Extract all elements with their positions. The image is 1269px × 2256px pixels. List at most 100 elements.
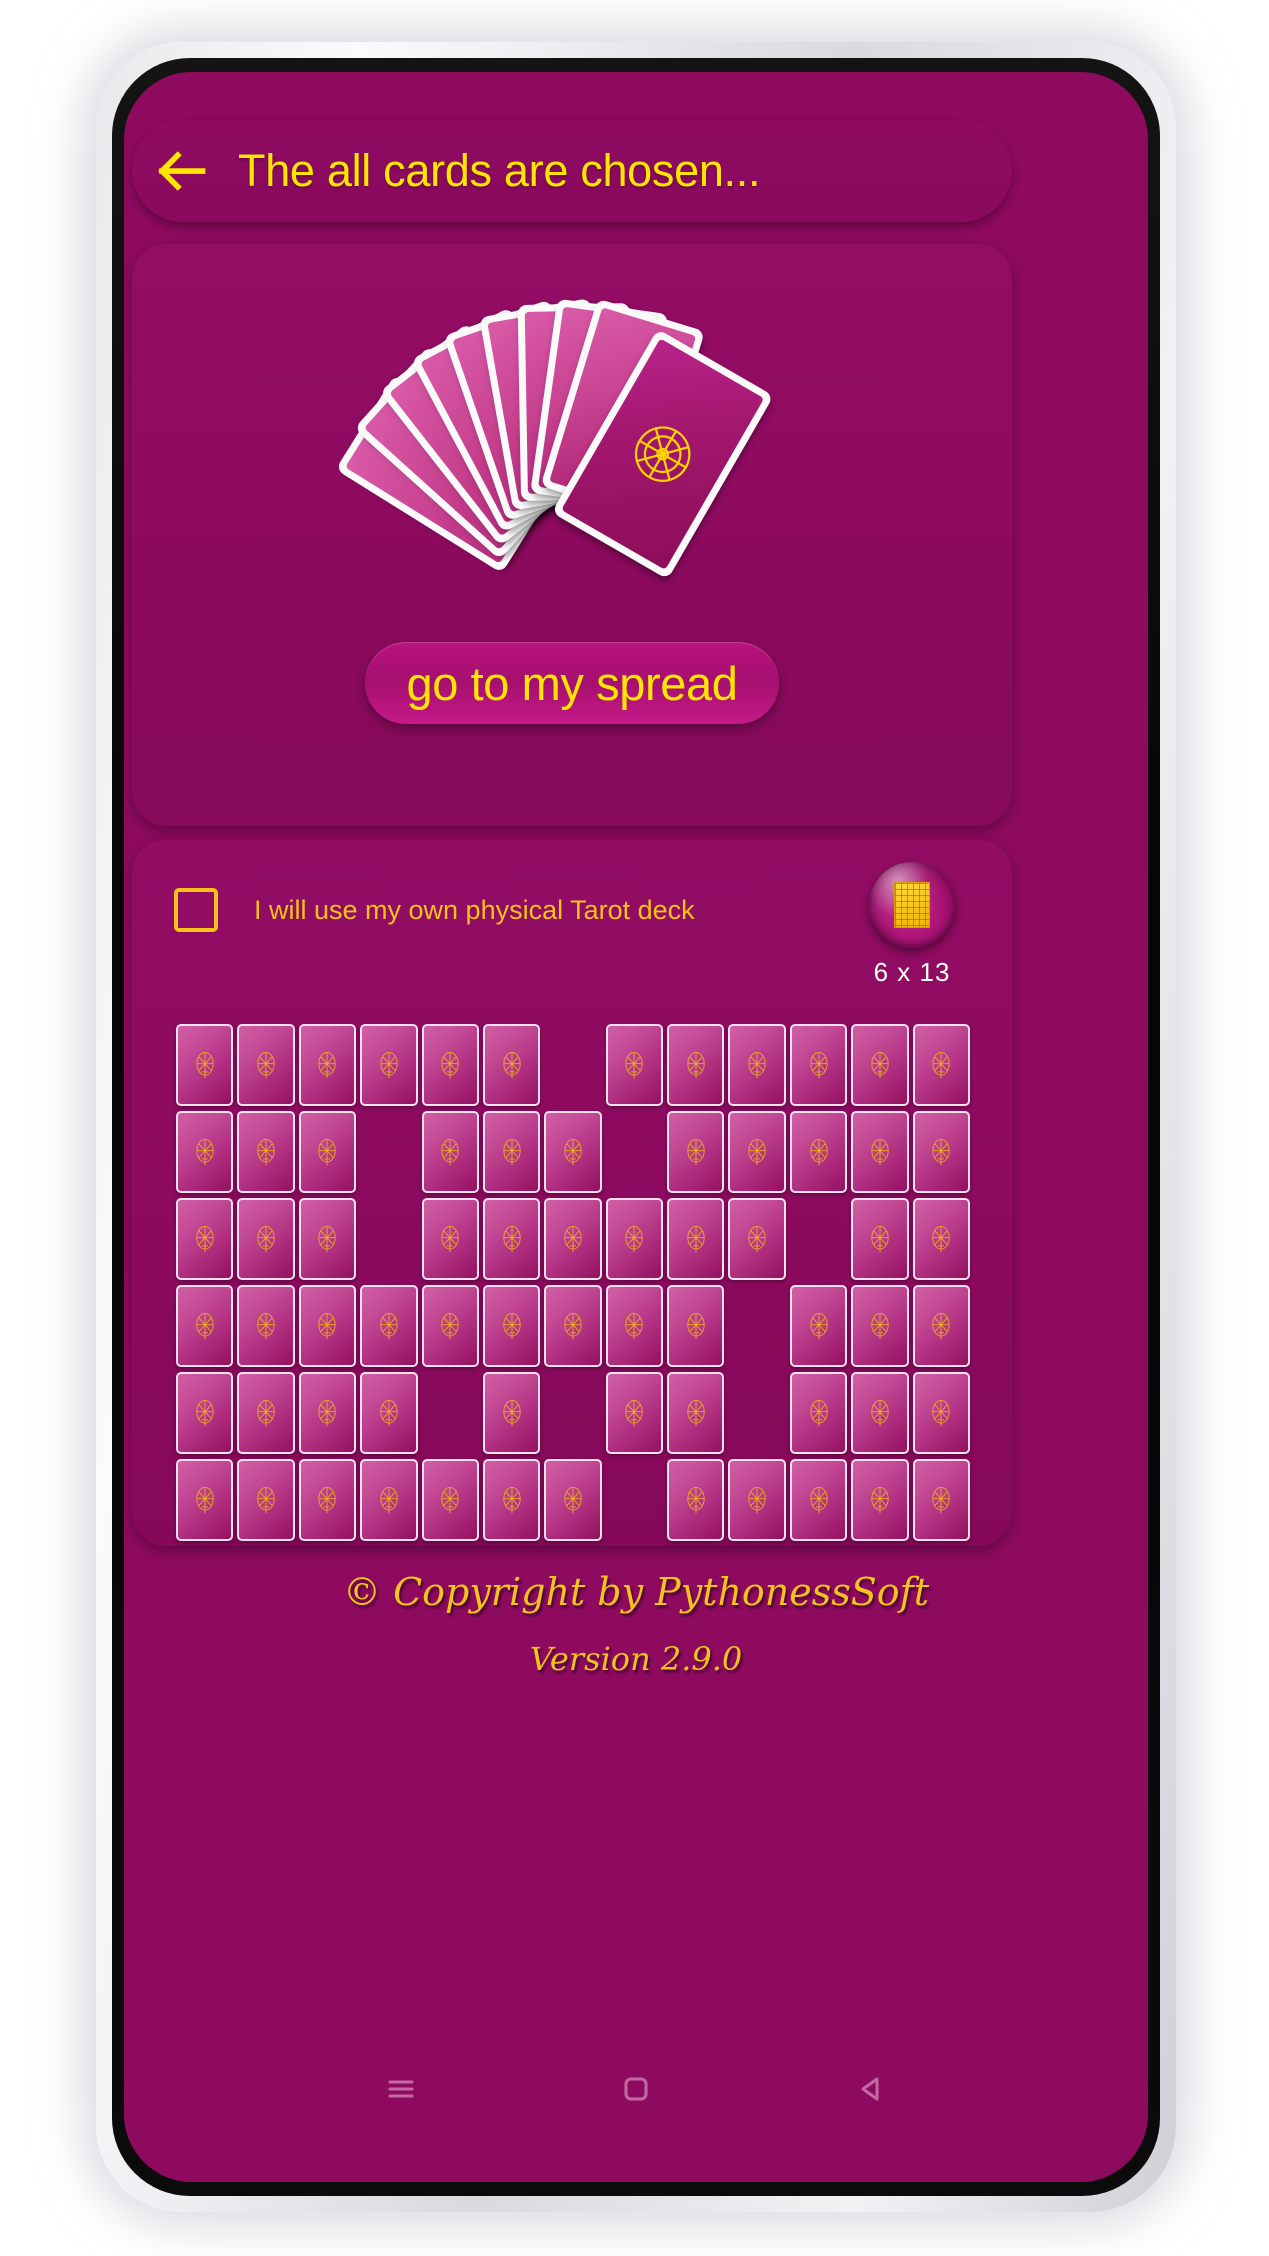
tarot-card-back-icon[interactable] [851,1372,909,1454]
tarot-card-slot-filled[interactable] [789,1459,848,1541]
tarot-card-back-icon[interactable] [667,1111,725,1193]
own-deck-option-row[interactable]: I will use my own physical Tarot deck [174,888,695,932]
tarot-card-back-icon[interactable] [298,1024,357,1106]
tarot-card-back-icon[interactable] [912,1459,970,1541]
tarot-card-slot-filled[interactable] [237,1372,295,1454]
tarot-card-slot-filled[interactable] [851,1024,909,1106]
tarot-card-slot-filled[interactable] [667,1024,725,1106]
tarot-card-back-icon[interactable] [912,1372,970,1454]
tarot-card-slot-filled[interactable] [912,1024,970,1106]
tarot-card-slot-filled[interactable] [482,1285,541,1367]
tarot-card-slot-filled[interactable] [544,1285,602,1367]
tarot-card-slot-filled[interactable] [482,1459,541,1541]
tarot-card-back-icon[interactable] [176,1285,234,1367]
tarot-card-back-icon[interactable] [298,1285,357,1367]
tarot-card-back-icon[interactable] [237,1198,295,1280]
tarot-card-slot-filled[interactable] [421,1198,479,1280]
tarot-card-back-icon[interactable] [912,1198,970,1280]
tarot-card-slot-filled[interactable] [176,1111,234,1193]
tarot-card-back-icon[interactable] [851,1285,909,1367]
tarot-card-slot-filled[interactable] [298,1285,357,1367]
tarot-card-back-icon[interactable] [851,1198,909,1280]
tarot-card-back-icon[interactable] [482,1372,541,1454]
tarot-card-slot-filled[interactable] [298,1024,357,1106]
tarot-card-back-icon[interactable] [912,1024,970,1106]
tarot-card-back-icon[interactable] [298,1111,357,1193]
tarot-card-slot-filled[interactable] [298,1111,357,1193]
tarot-card-back-icon[interactable] [789,1372,848,1454]
tarot-card-slot-filled[interactable] [176,1285,234,1367]
grid-size-button[interactable]: 6 x 13 [856,862,968,988]
tarot-card-slot-filled[interactable] [298,1198,357,1280]
tarot-card-slot-filled[interactable] [789,1372,848,1454]
tarot-card-slot-filled[interactable] [176,1198,234,1280]
tarot-card-back-icon[interactable] [176,1198,234,1280]
tarot-card-slot-filled[interactable] [482,1024,541,1106]
tarot-card-back-icon[interactable] [544,1198,602,1280]
tarot-card-slot-filled[interactable] [728,1459,786,1541]
tarot-card-back-icon[interactable] [237,1372,295,1454]
tarot-card-slot-filled[interactable] [912,1111,970,1193]
own-deck-checkbox[interactable] [174,888,218,932]
tarot-card-slot-filled[interactable] [912,1198,970,1280]
tarot-card-back-icon[interactable] [298,1459,357,1541]
tarot-card-slot-filled[interactable] [851,1111,909,1193]
tarot-card-back-icon[interactable] [667,1024,725,1106]
tarot-card-slot-filled[interactable] [421,1459,479,1541]
tarot-card-slot-filled[interactable] [667,1372,725,1454]
tarot-card-back-icon[interactable] [789,1285,848,1367]
tarot-card-back-icon[interactable] [605,1285,664,1367]
tarot-card-back-icon[interactable] [728,1198,786,1280]
tarot-card-back-icon[interactable] [789,1024,848,1106]
tarot-card-back-icon[interactable] [851,1459,909,1541]
tarot-card-back-icon[interactable] [360,1285,418,1367]
tarot-card-slot-filled[interactable] [237,1459,295,1541]
tarot-card-slot-filled[interactable] [789,1285,848,1367]
tarot-card-back-icon[interactable] [421,1198,479,1280]
tarot-card-back-icon[interactable] [728,1024,786,1106]
tarot-card-back-icon[interactable] [421,1111,479,1193]
tarot-card-slot-filled[interactable] [667,1459,725,1541]
tarot-card-back-icon[interactable] [544,1285,602,1367]
tarot-card-back-icon[interactable] [728,1111,786,1193]
tarot-card-slot-filled[interactable] [482,1198,541,1280]
tarot-card-slot-filled[interactable] [360,1024,418,1106]
tarot-card-back-icon[interactable] [298,1372,357,1454]
tarot-card-slot-filled[interactable] [421,1024,479,1106]
tarot-card-slot-filled[interactable] [605,1285,664,1367]
tarot-card-back-icon[interactable] [237,1459,295,1541]
back-button[interactable] [132,120,228,222]
tarot-card-slot-filled[interactable] [298,1372,357,1454]
tarot-card-slot-filled[interactable] [728,1111,786,1193]
tarot-card-back-icon[interactable] [605,1024,664,1106]
tarot-card-back-icon[interactable] [912,1111,970,1193]
tarot-card-back-icon[interactable] [360,1372,418,1454]
tarot-card-slot-filled[interactable] [176,1459,234,1541]
tarot-card-slot-filled[interactable] [789,1024,848,1106]
tarot-card-back-icon[interactable] [176,1459,234,1541]
tarot-card-back-icon[interactable] [421,1459,479,1541]
tarot-card-slot-filled[interactable] [421,1285,479,1367]
tarot-card-slot-filled[interactable] [482,1372,541,1454]
tarot-card-slot-filled[interactable] [789,1111,848,1193]
back-triangle-icon[interactable] [851,2069,891,2114]
tarot-card-back-icon[interactable] [298,1198,357,1280]
tarot-card-slot-filled[interactable] [237,1198,295,1280]
tarot-card-back-icon[interactable] [237,1111,295,1193]
tarot-card-back-icon[interactable] [482,1111,541,1193]
tarot-card-slot-filled[interactable] [237,1024,295,1106]
tarot-card-back-icon[interactable] [176,1372,234,1454]
tarot-card-slot-filled[interactable] [482,1111,541,1193]
tarot-card-slot-filled[interactable] [667,1285,725,1367]
tarot-card-slot-filled[interactable] [605,1372,664,1454]
tarot-card-slot-filled[interactable] [298,1459,357,1541]
tarot-card-back-icon[interactable] [544,1111,602,1193]
tarot-card-back-icon[interactable] [482,1198,541,1280]
tarot-card-back-icon[interactable] [667,1372,725,1454]
tarot-card-back-icon[interactable] [176,1024,234,1106]
tarot-card-back-icon[interactable] [421,1285,479,1367]
tarot-card-back-icon[interactable] [605,1198,664,1280]
tarot-card-slot-filled[interactable] [544,1459,602,1541]
go-to-my-spread-button[interactable]: go to my spread [365,642,779,724]
tarot-card-back-icon[interactable] [360,1459,418,1541]
